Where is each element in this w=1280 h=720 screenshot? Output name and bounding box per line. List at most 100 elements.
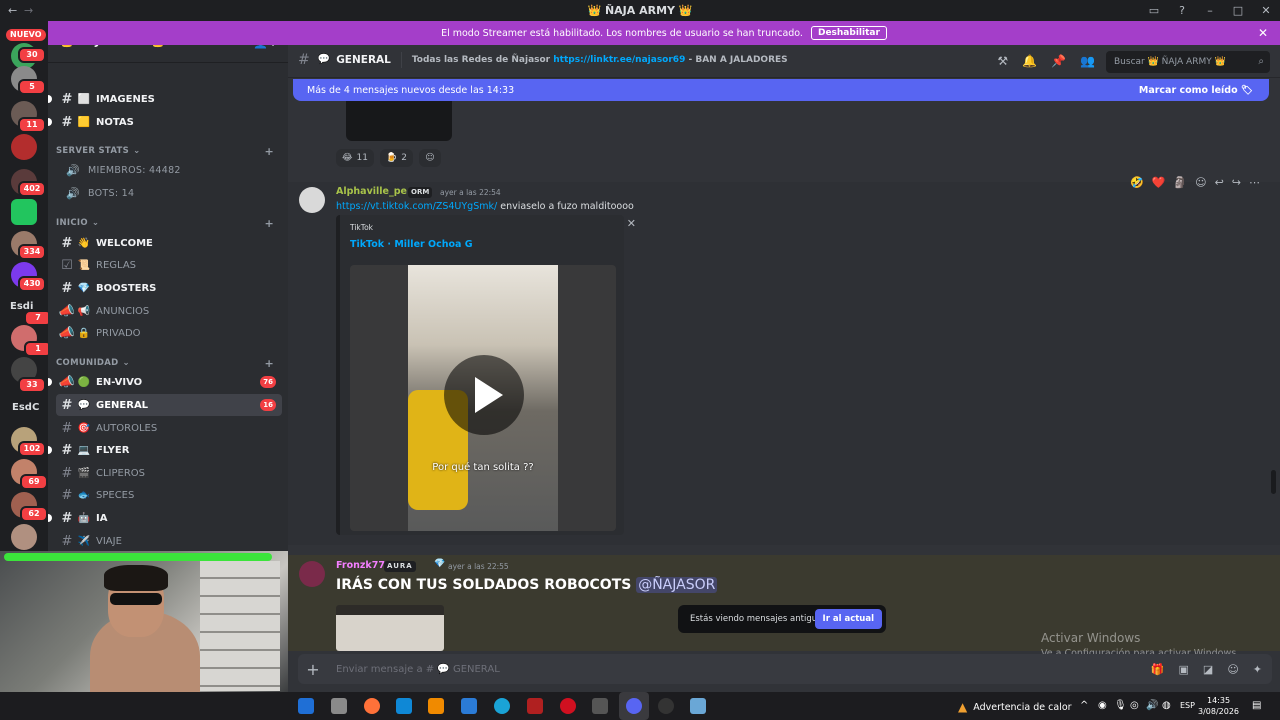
notepad-icon[interactable] [690,698,706,714]
add-attachment-icon[interactable]: + [298,660,328,679]
channel-boosters[interactable]: # 💎 BOOSTERS [56,277,282,299]
channel-ia[interactable]: # 🤖 IA [48,507,282,529]
user-mention[interactable]: @ÑAJASOR [636,577,718,593]
clock[interactable]: 14:35 3/08/2026 [1198,695,1239,717]
network-icon[interactable]: ◍ [1162,700,1171,711]
more-icon[interactable]: ⋯ [1249,176,1260,189]
dota-icon[interactable] [527,698,543,714]
tray-chevron-icon[interactable]: ^ [1080,700,1088,711]
obs-icon[interactable] [592,698,608,714]
gift-icon[interactable]: 🎁 [1151,663,1165,676]
add-reaction-icon[interactable]: ☺ [1195,176,1206,189]
reply-icon[interactable]: ↩ [1215,176,1224,189]
category-inicio[interactable]: INICIO ⌄ + [56,215,282,231]
channel-notas[interactable]: # 🟨 NOTAS [48,111,282,133]
message-input[interactable]: Enviar mensaje a # 💬 GENERAL [336,664,500,675]
close-icon[interactable]: ✕ [627,217,636,230]
channel-topic[interactable]: Todas las Redes de Ñajasor https://linkt… [412,55,788,65]
tiktok-link[interactable]: https://vt.tiktok.com/ZS4UYgSmk/ [336,201,497,212]
message-list[interactable]: 😂 11 🍺 2 ☺ 🤣 ❤️ 🗿 ☺ ↩ ↪ ⋯ Alphaville_pe … [288,79,1280,651]
search-input[interactable]: Buscar 👑 ÑAJA ARMY 👑 ⌕ [1106,51,1270,73]
laugh-reaction-icon[interactable]: 🤣 [1130,176,1144,189]
embed-title[interactable]: TikTok · Miller Ochoa G [350,239,473,250]
close-window-button[interactable]: ✕ [1252,0,1280,21]
add-channel-icon[interactable]: + [264,145,274,158]
category-server-stats[interactable]: SERVER STATS ⌄ + [56,143,282,159]
gif-icon[interactable]: ▣ [1179,663,1189,676]
message-author[interactable]: Fronzk77 [336,560,385,571]
custom-reaction-icon[interactable]: 🗿 [1173,176,1187,189]
explorer-icon[interactable] [331,698,347,714]
emoji-icon[interactable]: ☺ [1227,663,1238,676]
topic-link[interactable]: https://linktr.ee/najasor69 [553,55,685,65]
new-messages-bar[interactable]: Más de 4 mensajes nuevos desde las 14:33… [293,79,1269,101]
sticker-icon[interactable]: ◪ [1203,663,1213,676]
inbox-icon[interactable]: ▭ [1140,0,1168,21]
avatar[interactable] [299,561,325,587]
forward-icon[interactable]: ↪ [1232,176,1241,189]
store-icon[interactable] [461,698,477,714]
volume-icon[interactable]: 🔊 [1146,700,1158,711]
notifications-icon[interactable]: ▤ [1252,700,1261,711]
video-player[interactable]: Por qué tan solita ?? [350,265,616,531]
add-reaction-button[interactable]: ☺ [418,149,441,167]
add-channel-icon[interactable]: + [264,357,274,370]
heart-reaction-icon[interactable]: ❤️ [1152,176,1166,189]
server-icon[interactable] [11,134,37,160]
mark-as-read-button[interactable]: Marcar como leído 🏷 [1139,85,1253,96]
media-player-icon[interactable] [658,698,674,714]
channel-welcome[interactable]: # 👋 WELCOME [56,232,282,254]
add-channel-icon[interactable]: + [264,217,274,230]
pin-icon[interactable]: 📌 [1051,54,1066,68]
jump-to-present-button[interactable]: Ir al actual [814,609,882,629]
threads-icon[interactable]: ⚒ [997,54,1008,68]
language-indicator[interactable]: ESP [1180,701,1195,710]
apps-icon[interactable]: ✦ [1253,663,1262,676]
mic-icon[interactable]: 🎙 [1114,700,1127,711]
minimize-button[interactable]: – [1196,0,1224,21]
timestamp: ayer a las 22:55 [448,562,509,571]
channel-reglas[interactable]: ☑ 📜 REGLAS [56,254,282,276]
opera-icon[interactable] [560,698,576,714]
copilot-icon[interactable] [396,698,412,714]
heat-warning[interactable]: ▲ Advertencia de calor [958,700,1072,714]
channel-general[interactable]: # 💬 GENERAL 16 [56,394,282,416]
reaction-pill[interactable]: 😂 11 [336,149,374,167]
kick-server-icon[interactable] [11,199,37,225]
play-icon[interactable] [444,355,524,435]
server-text-icon[interactable]: EsdC [12,402,39,413]
server-icon[interactable] [11,524,37,550]
channel-en-vivo[interactable]: 📣 🟢 EN-VIVO 76 [48,371,282,393]
channel-viaje[interactable]: # ✈️ VIAJE [56,530,282,551]
camera-icon[interactable]: ◉ [1098,700,1107,711]
vlc-icon[interactable] [428,698,444,714]
help-icon[interactable]: ? [1168,0,1196,21]
channel-imagenes[interactable]: # ⬜ IMAGENES [48,88,282,110]
channel-autoroles[interactable]: # 🎯 AUTOROLES [56,417,282,439]
hash-icon: # [61,442,73,458]
tray-app-icon[interactable]: ◎ [1130,700,1139,711]
avatar[interactable] [299,187,325,213]
close-icon[interactable]: ✕ [1258,26,1268,40]
message-author[interactable]: Alphaville_pe [336,186,407,197]
outlook-icon[interactable] [298,698,314,714]
stat-bots[interactable]: 🔊 BOTS: 14 [66,187,134,200]
message-composer[interactable]: + Enviar mensaje a # 💬 GENERAL 🎁 ▣ ◪ ☺ ✦ [298,654,1272,684]
scrollbar-thumb[interactable] [1271,470,1276,494]
members-icon[interactable]: 👥 [1080,54,1095,68]
channel-privado[interactable]: 📣 🔒 PRIVADO [56,322,282,344]
maximize-button[interactable]: □ [1224,0,1252,21]
firefox-icon[interactable] [364,698,380,714]
image-attachment[interactable] [336,605,444,651]
reaction-pill[interactable]: 🍺 2 [379,149,413,167]
channel-anuncios[interactable]: 📣 📢 ANUNCIOS [56,300,282,322]
category-comunidad[interactable]: COMUNIDAD ⌄ + [56,355,282,371]
disable-streamer-button[interactable]: Deshabilitar [810,26,887,40]
bell-icon[interactable]: 🔔 [1022,54,1037,68]
discord-icon[interactable] [626,698,642,714]
channel-speces[interactable]: # 🐟 SPECES [56,484,282,506]
channel-cliperos[interactable]: # 🎬 CLIPEROS [56,462,282,484]
stat-members[interactable]: 🔊 MIEMBROS: 44482 [66,164,181,177]
channel-flyer[interactable]: # 💻 FLYER [48,439,282,461]
edge-icon[interactable] [494,698,510,714]
